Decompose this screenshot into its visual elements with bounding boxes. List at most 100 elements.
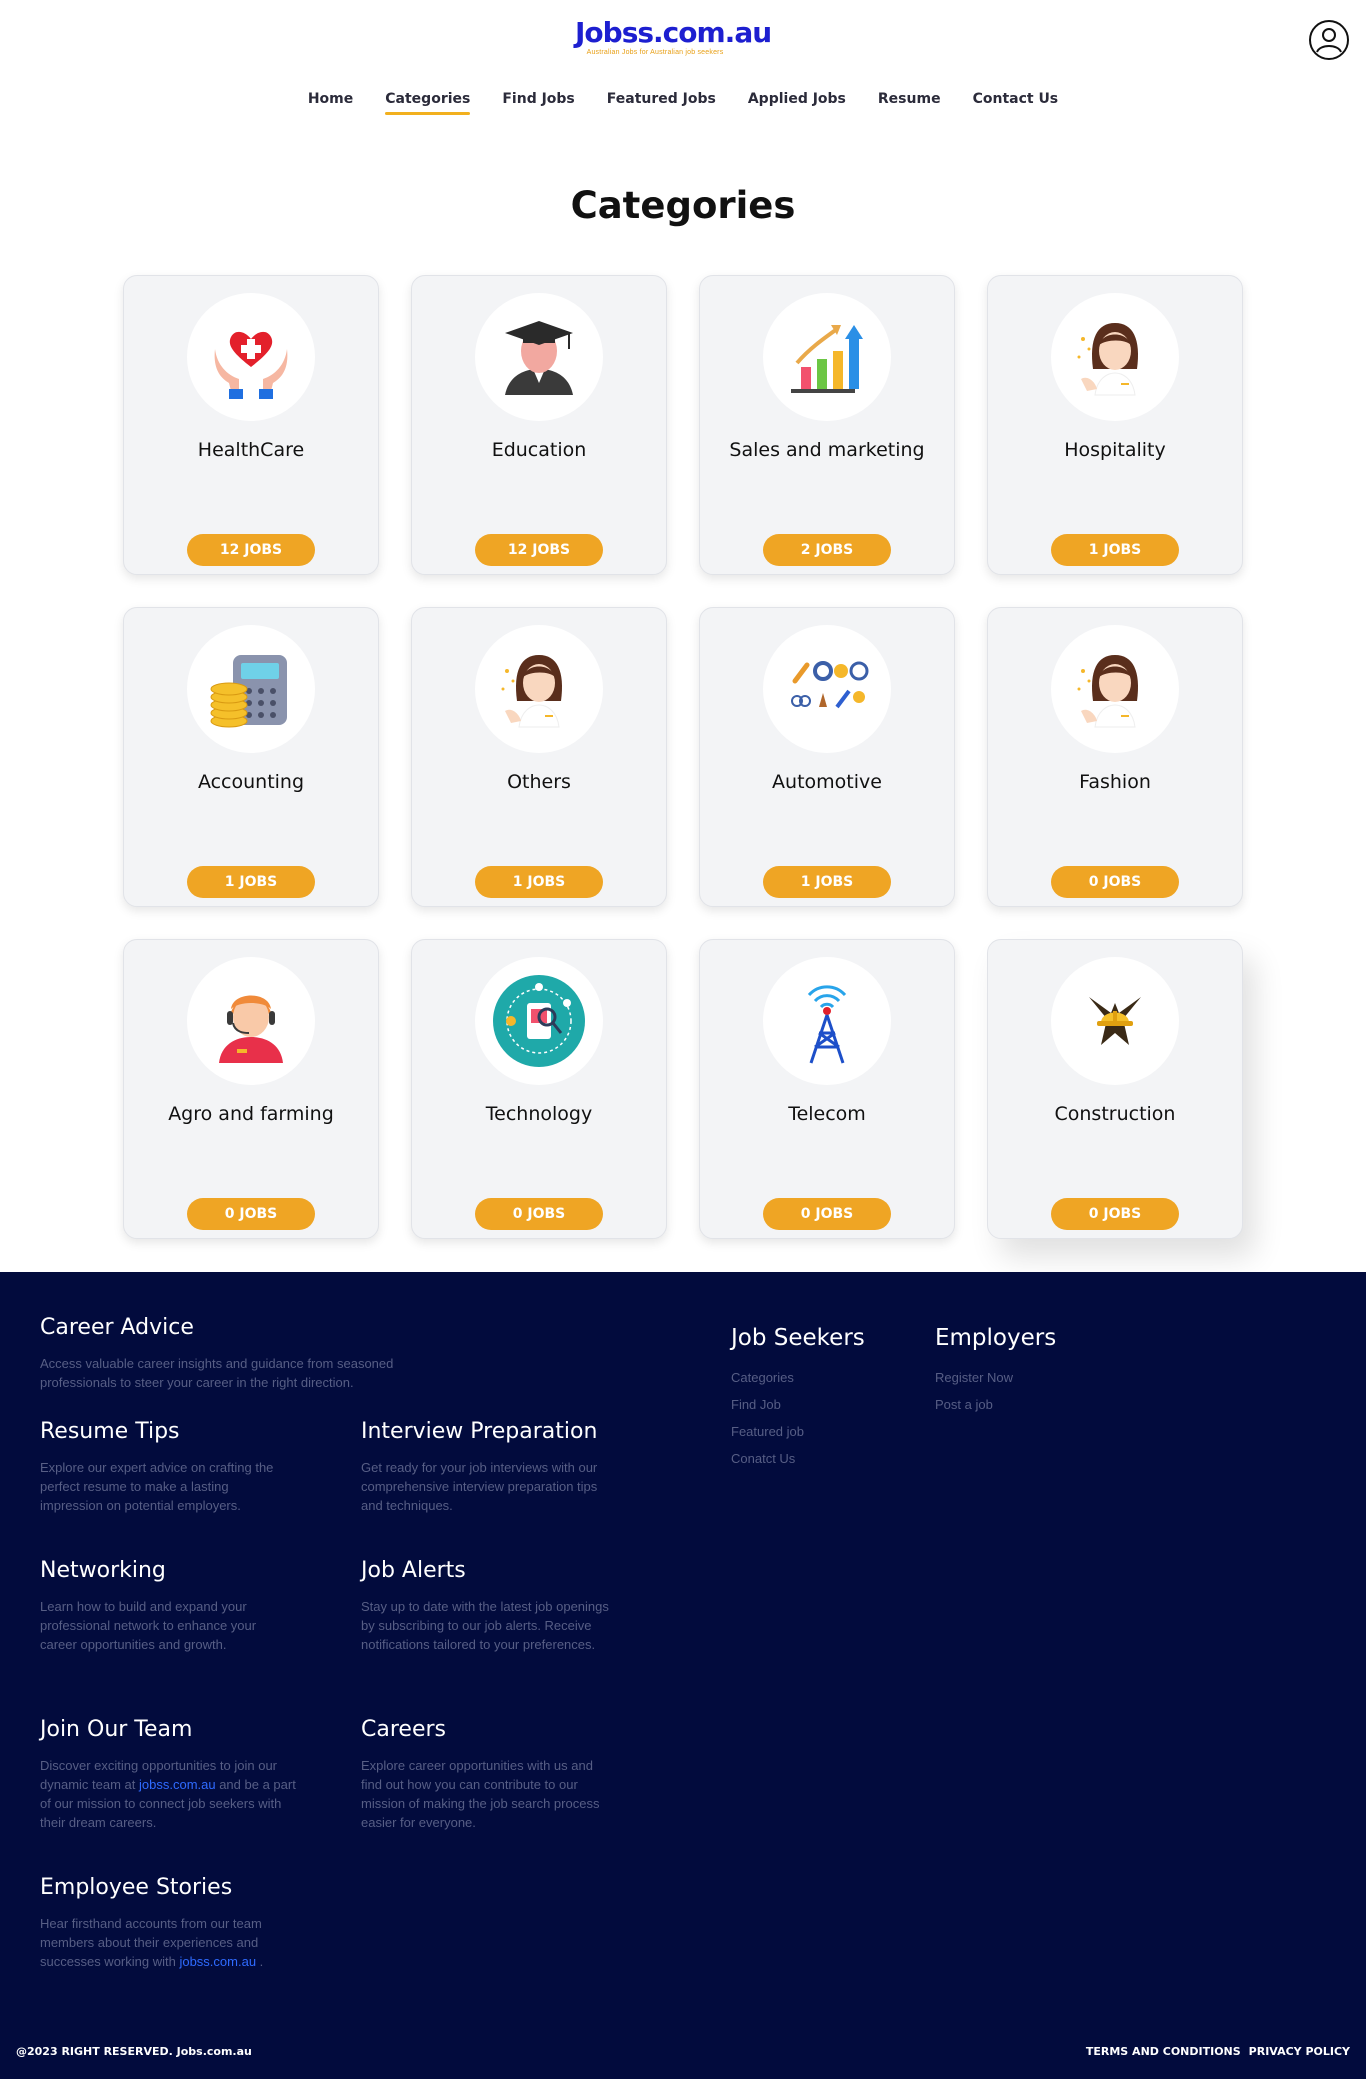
footer-career-advice: Career Advice Access valuable career ins… [40,1314,460,1392]
nav-home[interactable]: Home [292,89,369,109]
footer-link-contact-us[interactable]: Conatct Us [731,1445,911,1472]
privacy-link[interactable]: PRIVACY POLICY [1249,2045,1350,2058]
radio-tower-icon [763,957,891,1085]
footer-networking: Networking Learn how to build and expand… [40,1557,290,1654]
footer-section-title: Job Seekers [731,1325,865,1351]
footer-section-text: Hear firsthand accounts from our team me… [40,1914,280,1971]
nav-find-jobs[interactable]: Find Jobs [486,89,590,109]
category-card-education[interactable]: Education 12 JOBS [411,275,667,575]
footer-section-title: Careers [361,1717,446,1742]
jobs-count-badge[interactable]: 0 JOBS [763,1198,891,1230]
nav-contact-us[interactable]: Contact Us [957,89,1075,109]
nav-resume[interactable]: Resume [862,89,957,109]
calculator-coins-icon [187,625,315,753]
category-name: Hospitality [1064,439,1166,461]
jobs-count-badge[interactable]: 12 JOBS [187,534,315,566]
car-parts-icon [763,625,891,753]
support-agent-icon [187,957,315,1085]
footer-job-seekers: Job Seekers Categories Find Job Featured… [731,1324,911,1472]
footer-job-alerts: Job Alerts Stay up to date with the late… [361,1557,621,1654]
footer-section-text: Stay up to date with the latest job open… [361,1599,609,1652]
jobss-link[interactable]: jobss.com.au [139,1777,216,1792]
hostess-icon [1051,293,1179,421]
footer-section-title: Employers [935,1325,1057,1351]
healthcare-icon [187,293,315,421]
terms-link[interactable]: TERMS AND CONDITIONS [1086,2045,1241,2058]
category-name: Others [507,771,571,793]
category-card-telecom[interactable]: Telecom 0 JOBS [699,939,955,1239]
footer-employee-stories: Employee Stories Hear firsthand accounts… [40,1874,280,1971]
category-name: Sales and marketing [729,439,925,461]
footer-resume-tips: Resume Tips Explore our expert advice on… [40,1418,290,1515]
footer-employers: Employers Register Now Post a job [935,1324,1115,1418]
category-name: HealthCare [197,439,305,461]
sales-chart-icon [763,293,891,421]
category-card-agro-farming[interactable]: Agro and farming 0 JOBS [123,939,379,1239]
footer-section-title: Networking [40,1558,166,1583]
footer-link-register-now[interactable]: Register Now [935,1364,1115,1391]
nav-featured-jobs[interactable]: Featured Jobs [591,89,732,109]
footer-section-title: Career Advice [40,1315,194,1340]
footer-section-text: Discover exciting opportunities to join … [40,1756,300,1832]
copyright-text: @2023 RIGHT RESERVED. Jobs.com.au [16,2045,252,2058]
categories-grid: HealthCare 12 JOBS Education 12 JOBS Sal… [123,275,1243,1239]
category-name: Accounting [197,771,305,793]
footer-interview-preparation: Interview Preparation Get ready for your… [361,1418,621,1515]
footer-links: Categories Find Job Featured job Conatct… [731,1364,911,1472]
jobs-count-badge[interactable]: 0 JOBS [1051,866,1179,898]
nav-categories[interactable]: Categories [369,89,486,115]
category-name: Fashion [1079,771,1151,793]
footer-section-text: Get ready for your job interviews with o… [361,1460,598,1513]
footer-link-post-a-job[interactable]: Post a job [935,1391,1115,1418]
footer-join-our-team: Join Our Team Discover exciting opportun… [40,1716,300,1832]
jobs-count-badge[interactable]: 12 JOBS [475,534,603,566]
footer-link-categories[interactable]: Categories [731,1364,911,1391]
logo-text: Jobss.com.au [575,16,772,49]
category-card-healthcare[interactable]: HealthCare 12 JOBS [123,275,379,575]
jobs-count-badge[interactable]: 0 JOBS [187,1198,315,1230]
category-name: Agro and farming [168,1103,334,1125]
category-card-others[interactable]: Others 1 JOBS [411,607,667,907]
category-card-hospitality[interactable]: Hospitality 1 JOBS [987,275,1243,575]
hostess-icon [475,625,603,753]
category-card-sales-marketing[interactable]: Sales and marketing 2 JOBS [699,275,955,575]
footer-section-title: Job Alerts [361,1558,466,1583]
footer-section-title: Join Our Team [40,1717,193,1742]
jobss-link[interactable]: jobss.com.au [179,1954,256,1969]
category-name: Education [491,439,587,461]
category-card-construction[interactable]: Construction 0 JOBS [987,939,1243,1239]
nav-applied-jobs[interactable]: Applied Jobs [732,89,862,109]
category-name: Technology [485,1103,593,1125]
main-nav: Home Categories Find Jobs Featured Jobs … [0,89,1366,115]
jobs-count-badge[interactable]: 0 JOBS [475,1198,603,1230]
jobs-count-badge[interactable]: 2 JOBS [763,534,891,566]
category-name: Automotive [772,771,882,793]
page-title: Categories [570,184,796,227]
footer-careers: Careers Explore career opportunities wit… [361,1716,611,1832]
footer-link-find-job[interactable]: Find Job [731,1391,911,1418]
category-card-fashion[interactable]: Fashion 0 JOBS [987,607,1243,907]
footer-section-text: Access valuable career insights and guid… [40,1356,394,1390]
category-card-technology[interactable]: Technology 0 JOBS [411,939,667,1239]
jobs-count-badge[interactable]: 1 JOBS [1051,534,1179,566]
jobs-count-badge[interactable]: 1 JOBS [763,866,891,898]
tech-circle-icon [475,957,603,1085]
category-name: Construction [1054,1103,1176,1125]
jobs-count-badge[interactable]: 0 JOBS [1051,1198,1179,1230]
site-logo[interactable]: Jobss.com.au Australian Jobs for Austral… [575,16,772,57]
logo-tagline: Australian Jobs for Australian job seeke… [586,49,724,56]
hard-hat-icon [1051,957,1179,1085]
footer-section-text: Learn how to build and expand your profe… [40,1599,257,1652]
category-card-automotive[interactable]: Automotive 1 JOBS [699,607,955,907]
user-account-icon[interactable] [1309,20,1349,60]
jobs-count-badge[interactable]: 1 JOBS [475,866,603,898]
footer-section-title: Interview Preparation [361,1419,598,1444]
jobs-count-badge[interactable]: 1 JOBS [187,866,315,898]
graduate-icon [475,293,603,421]
footer-section-title: Resume Tips [40,1419,180,1444]
category-card-accounting[interactable]: Accounting 1 JOBS [123,607,379,907]
site-footer: Career Advice Access valuable career ins… [0,1272,1366,2079]
footer-section-text: Explore our expert advice on crafting th… [40,1460,274,1513]
footer-link-featured-job[interactable]: Featured job [731,1418,911,1445]
footer-links: Register Now Post a job [935,1364,1115,1418]
